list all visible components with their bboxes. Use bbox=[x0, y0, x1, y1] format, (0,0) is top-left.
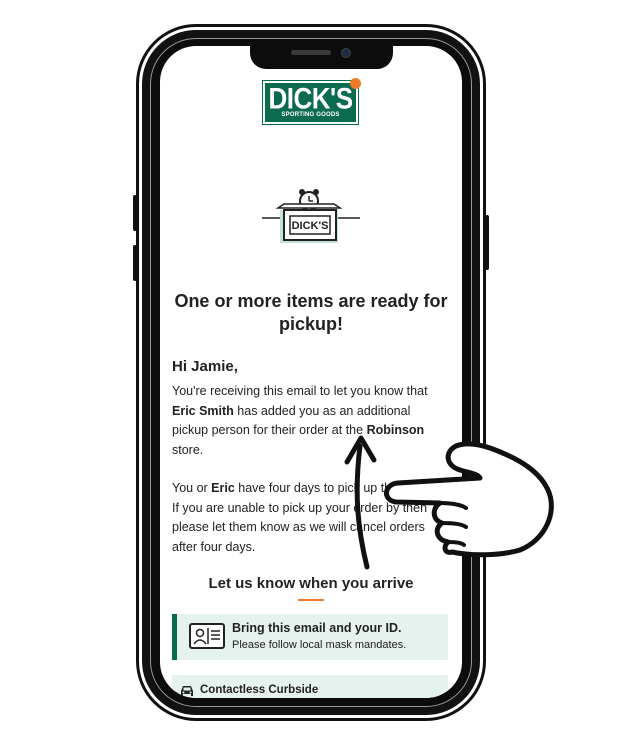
id-card-icon bbox=[189, 623, 225, 649]
volume-up-button bbox=[133, 195, 137, 231]
sender-name: Eric Smith bbox=[172, 403, 234, 418]
id-notice-subtitle: Please follow local mask mandates. bbox=[232, 639, 407, 651]
pickup-box-illustration: DICK'S bbox=[262, 189, 360, 243]
front-camera bbox=[341, 48, 351, 58]
sender-first-name: Eric bbox=[211, 481, 235, 495]
car-icon bbox=[181, 686, 193, 696]
dicks-logo[interactable]: DICK'S SPORTING GOODS bbox=[262, 78, 361, 125]
logo-wordmark: DICK'S bbox=[268, 80, 353, 116]
volume-down-button bbox=[133, 245, 137, 281]
box-badge-text: DICK'S bbox=[292, 220, 329, 232]
heading-divider bbox=[298, 599, 324, 601]
phone-notch bbox=[250, 44, 393, 69]
curbside-option[interactable]: Contactless Curbside bbox=[172, 675, 448, 698]
phone-screen: DICK'S SPORTING GOODS DICK'S One or more… bbox=[160, 46, 462, 698]
paragraph-text: You're receiving this email to let you k… bbox=[172, 384, 428, 398]
greeting: Hi Jamie, bbox=[172, 358, 238, 375]
paragraph-text: store. bbox=[172, 442, 204, 457]
deadline-paragraph: You or Eric have four days to pick up th… bbox=[172, 479, 444, 557]
store-name: Robinson bbox=[366, 423, 425, 437]
arrival-heading: Let us know when you arrive bbox=[208, 575, 414, 592]
power-button bbox=[485, 215, 489, 270]
email-title: One or more items are ready for pickup! bbox=[174, 291, 448, 334]
pickup-paragraph: You're receiving this email to let you k… bbox=[172, 382, 444, 460]
speaker-grille bbox=[291, 50, 331, 55]
paragraph-text: You or bbox=[172, 481, 212, 495]
id-notice-box: Bring this email and your ID. Please fol… bbox=[172, 614, 448, 660]
basketball-icon bbox=[350, 78, 361, 89]
curbside-label: Contactless Curbside bbox=[200, 684, 319, 696]
id-notice-title: Bring this email and your ID. bbox=[232, 621, 402, 635]
